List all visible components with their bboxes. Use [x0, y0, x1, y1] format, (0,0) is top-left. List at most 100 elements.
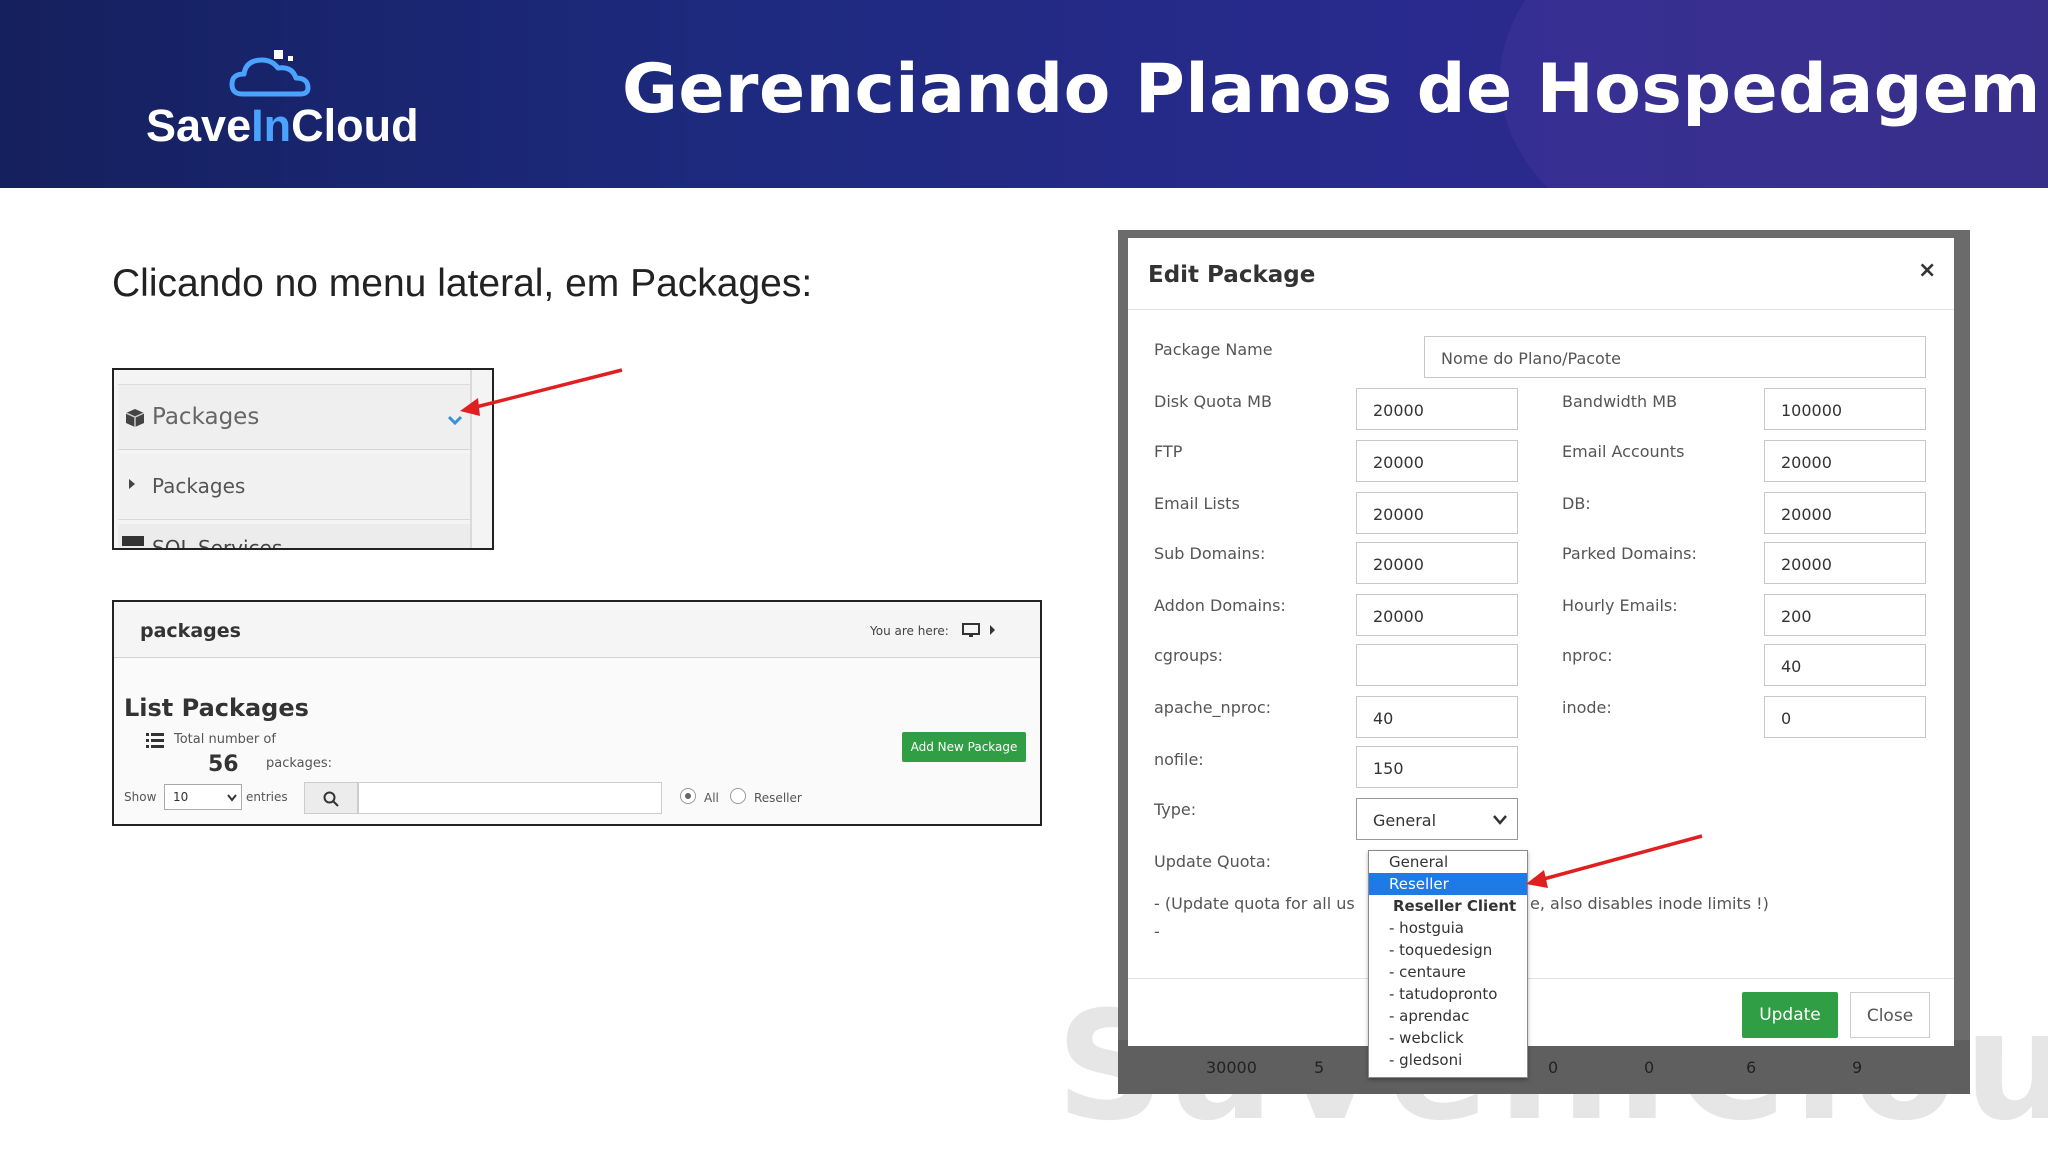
caret-right-icon [990, 625, 995, 635]
cloud-icon [229, 50, 311, 97]
bandwidth-label: Bandwidth MB [1562, 392, 1678, 411]
saveincloud-logo: SaveInCloud [140, 48, 420, 151]
type-option-selected[interactable]: Reseller [1369, 873, 1527, 895]
update-quota-label: Update Quota: [1154, 852, 1272, 871]
sidebar-item-label: Packages [152, 404, 260, 430]
you-are-here-label: You are here: [870, 624, 949, 638]
modal-header: Edit Package × [1128, 238, 1954, 310]
list-packages-heading: List Packages [124, 694, 309, 722]
caret-right-icon [129, 479, 135, 489]
parked-domains-input[interactable]: 20000 [1764, 542, 1926, 584]
nofile-input[interactable]: 150 [1356, 746, 1518, 788]
add-new-package-button[interactable]: Add New Package [902, 732, 1026, 762]
nproc-input[interactable]: 40 [1764, 644, 1926, 686]
update-button[interactable]: Update [1742, 992, 1838, 1038]
filter-reseller-radio[interactable] [730, 788, 746, 804]
apache-nproc-input[interactable]: 40 [1356, 696, 1518, 738]
total-count: 56 [208, 752, 239, 777]
search-button[interactable] [304, 782, 358, 814]
monitor-icon[interactable] [962, 623, 980, 637]
cgroups-input[interactable] [1356, 644, 1518, 686]
annotation-arrow-1 [460, 368, 623, 416]
type-option[interactable]: - tatudopronto [1369, 983, 1527, 1005]
type-option-group: Reseller Client [1393, 897, 1517, 915]
sidebar-subitem-packages[interactable]: Packages [118, 454, 472, 520]
type-option[interactable]: - centaure [1369, 961, 1527, 983]
sub-domains-label: Sub Domains: [1154, 544, 1266, 563]
cgroups-label: cgroups: [1154, 646, 1223, 665]
packages-list-screenshot: packages You are here: List Packages Tot… [112, 600, 1042, 826]
parked-domains-label: Parked Domains: [1562, 544, 1697, 563]
background-table-row: 30000 5 0 0 6 9 [1118, 1040, 1970, 1094]
entries-label: entries [246, 790, 288, 804]
search-input[interactable] [358, 782, 662, 814]
total-label-suffix: packages: [266, 756, 333, 771]
inode-input[interactable]: 0 [1764, 696, 1926, 738]
type-option[interactable]: - toquedesign [1369, 939, 1527, 961]
show-label: Show [124, 790, 157, 804]
update-quota-note: - (Update quota for all us [1154, 894, 1355, 913]
database-icon [122, 536, 144, 546]
apache-nproc-label: apache_nproc: [1154, 698, 1272, 717]
type-option[interactable]: - gledsoni [1369, 1049, 1527, 1071]
edit-package-screenshot: 30000 5 0 0 6 9 Edit Package × Package N… [1118, 230, 1970, 1094]
type-option[interactable]: General [1369, 851, 1527, 873]
db-input[interactable]: 20000 [1764, 492, 1926, 534]
breadcrumb-bar: packages You are here: [114, 602, 1040, 658]
hourly-emails-input[interactable]: 200 [1764, 594, 1926, 636]
package-box-icon [125, 409, 145, 427]
modal-title: Edit Package [1148, 262, 1316, 288]
breadcrumb-title: packages [140, 620, 241, 642]
type-option[interactable]: - webclick [1369, 1027, 1527, 1049]
sidebar-item-packages[interactable]: Packages [118, 384, 472, 450]
modal-close-x-button[interactable]: × [1918, 258, 1936, 283]
type-dropdown-list: General Reseller Reseller Client - hostg… [1368, 850, 1528, 1078]
filter-all-radio[interactable] [680, 788, 696, 804]
email-accounts-input[interactable]: 20000 [1764, 440, 1926, 482]
intro-text: Clicando no menu lateral, em Packages: [112, 262, 813, 305]
header-banner: SaveInCloud Gerenciando Planos de Hosped… [0, 0, 2048, 188]
total-label: Total number of [174, 732, 276, 747]
filter-reseller-label: Reseller [754, 791, 802, 805]
close-button[interactable]: Close [1850, 992, 1930, 1038]
list-icon [146, 733, 164, 748]
package-name-label: Package Name [1154, 340, 1273, 359]
addon-domains-label: Addon Domains: [1154, 596, 1286, 615]
ftp-label: FTP [1154, 442, 1183, 461]
nofile-label: nofile: [1154, 750, 1204, 769]
dash-text: - [1154, 922, 1160, 941]
edit-package-modal: Edit Package × Package Name Nome do Plan… [1128, 238, 1954, 1078]
search-icon [323, 791, 339, 807]
annotation-arrow-2 [1526, 834, 1703, 888]
nproc-label: nproc: [1562, 646, 1613, 665]
package-name-input[interactable]: Nome do Plano/Pacote [1424, 336, 1926, 378]
sidebar-subitem-label: Packages [152, 474, 246, 498]
sidebar-item-label-cut: SQL Services [152, 536, 283, 550]
db-label: DB: [1562, 494, 1591, 513]
type-label: Type: [1154, 800, 1197, 819]
chevron-down-icon [1493, 815, 1507, 825]
type-option[interactable]: - aprendac [1369, 1005, 1527, 1027]
inode-label: inode: [1562, 698, 1612, 717]
entries-select[interactable]: 10 [164, 784, 242, 810]
sub-domains-input[interactable]: 20000 [1356, 542, 1518, 584]
modal-footer-divider [1128, 978, 1954, 979]
type-option[interactable]: - hostguia [1369, 917, 1527, 939]
bandwidth-input[interactable]: 100000 [1764, 388, 1926, 430]
type-select[interactable]: General [1356, 798, 1518, 840]
sidebar-screenshot: Packages Packages SQL Services [112, 368, 494, 550]
addon-domains-input[interactable]: 20000 [1356, 594, 1518, 636]
filter-all-label: All [704, 791, 719, 805]
ftp-input[interactable]: 20000 [1356, 440, 1518, 482]
disk-quota-input[interactable]: 20000 [1356, 388, 1518, 430]
chevron-down-icon [227, 794, 237, 802]
email-accounts-label: Email Accounts [1562, 442, 1685, 461]
update-quota-note-end: e, also disables inode limits !) [1530, 894, 1769, 913]
page-title: Gerenciando Planos de Hospedagem [622, 50, 2041, 129]
email-lists-input[interactable]: 20000 [1356, 492, 1518, 534]
hourly-emails-label: Hourly Emails: [1562, 596, 1678, 615]
sidebar-item-sql-services[interactable]: SQL Services [118, 524, 472, 550]
logo-wordmark: SaveInCloud [146, 100, 419, 151]
disk-quota-label: Disk Quota MB [1154, 392, 1272, 411]
radio-dot [685, 793, 691, 799]
